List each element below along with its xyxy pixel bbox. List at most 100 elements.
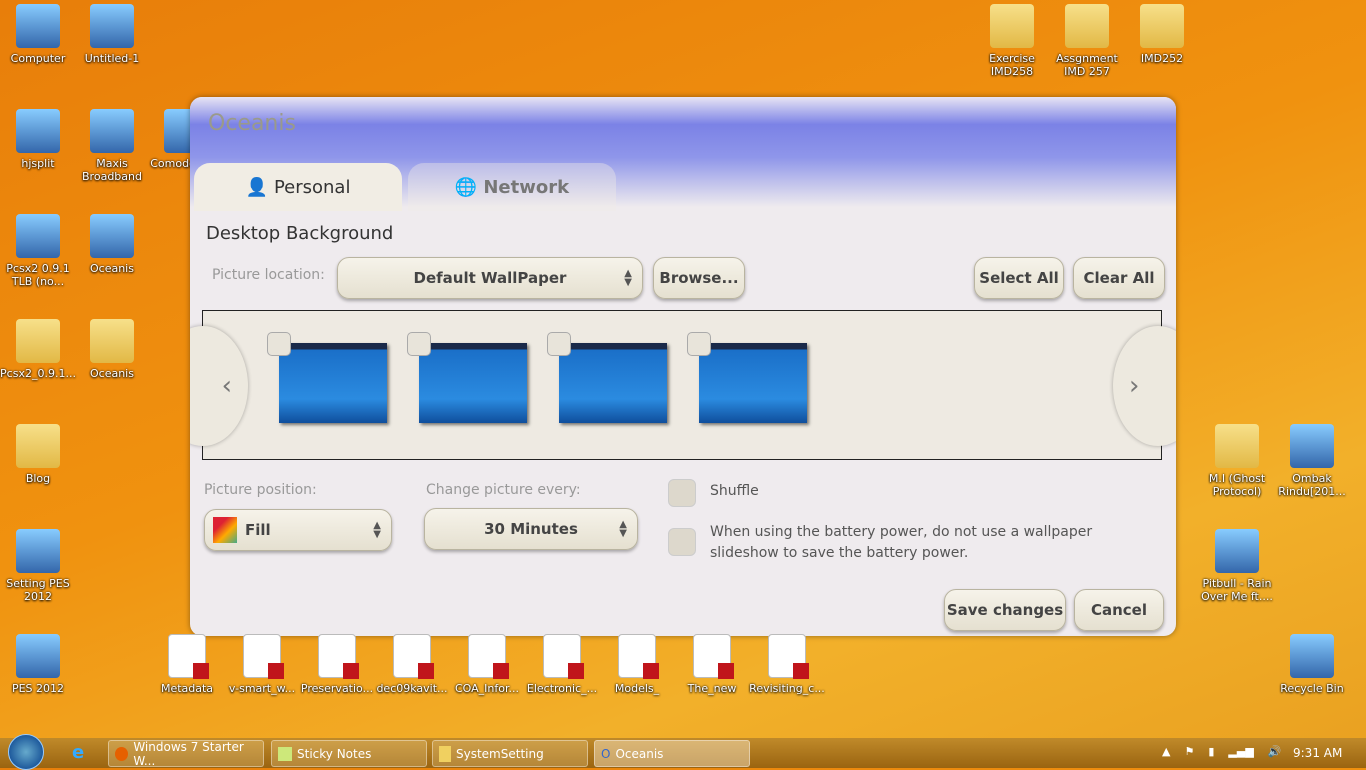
wallpaper-thumbnail[interactable] xyxy=(559,343,667,423)
show-hidden-icons-icon[interactable]: ▲ xyxy=(1162,745,1170,758)
picture-location-select[interactable]: Default WallPaper ▲ ▼ xyxy=(337,257,643,299)
app-icon xyxy=(16,109,60,153)
desktop-icon-label: Assgnment IMD 257 xyxy=(1056,52,1118,78)
taskbar-item-firefox[interactable]: Windows 7 Starter W... xyxy=(108,740,264,768)
desktop-icon-label: Oceanis xyxy=(90,367,134,380)
clock[interactable]: 9:31 AM xyxy=(1293,746,1342,760)
app-icon xyxy=(90,109,134,153)
desktop-icon[interactable]: Ombak Rindu[201... xyxy=(1274,420,1350,498)
internet-explorer-icon[interactable]: e xyxy=(72,742,84,763)
desktop-folder-icon[interactable]: Assgnment IMD 257 xyxy=(1049,0,1125,78)
desktop-icon[interactable]: M.I (Ghost Protocol) xyxy=(1199,420,1275,498)
desktop-icon[interactable]: Maxis Broadband xyxy=(74,105,150,183)
wallpaper-thumbnail[interactable] xyxy=(419,343,527,423)
change-picture-select[interactable]: 30 Minutes ▲ ▼ xyxy=(424,508,638,550)
picture-location-label: Picture location: xyxy=(212,267,325,283)
desktop-icon-label: Electronic_... xyxy=(526,682,598,695)
pdf-desktop-icon[interactable]: v-smart_w... xyxy=(224,630,300,695)
oceanis-icon: O xyxy=(601,746,611,761)
pdf-desktop-icon[interactable]: COA_Infor... xyxy=(449,630,525,695)
pdf-desktop-icon[interactable]: Revisiting_c... xyxy=(749,630,825,695)
clear-all-button[interactable]: Clear All xyxy=(1073,257,1165,299)
volume-icon[interactable]: 🔊 xyxy=(1268,745,1282,758)
desktop-icon-label: Exercise IMD258 xyxy=(989,52,1035,78)
desktop-icon[interactable]: Oceanis xyxy=(74,210,150,275)
wallpaper-thumbnail[interactable] xyxy=(699,343,807,423)
battery-label: When using the battery power, do not use… xyxy=(710,524,1093,561)
folder-icon xyxy=(16,424,60,468)
pdf-file-icon xyxy=(618,634,659,679)
taskbar-item-sticky-notes[interactable]: Sticky Notes xyxy=(271,740,427,767)
desktop-icon-label: dec09kavit... xyxy=(376,682,448,695)
desktop-icon-label: Computer xyxy=(10,52,66,65)
tab-network[interactable]: 🌐 Network xyxy=(408,163,616,211)
desktop-icon[interactable]: Pcsx2 0.9.1 TLB (no... xyxy=(0,210,76,288)
desktop-icon-label: Preservatio... xyxy=(300,682,374,695)
save-changes-button[interactable]: Save changes xyxy=(944,589,1066,631)
folder-icon xyxy=(16,319,60,363)
tab-network-label: Network xyxy=(483,176,570,198)
desktop-icon[interactable]: PES 2012 xyxy=(0,630,76,695)
app-icon xyxy=(16,4,60,48)
wallpaper-checkbox[interactable] xyxy=(687,332,711,356)
app-icon xyxy=(16,634,60,678)
tab-personal[interactable]: 👤 Personal xyxy=(194,163,402,211)
pdf-desktop-icon[interactable]: Electronic_... xyxy=(524,630,600,695)
pdf-desktop-icon[interactable]: Models_ xyxy=(599,630,675,695)
prev-arrow-button[interactable]: ‹ xyxy=(190,326,248,446)
signal-icon[interactable]: ▂▄▆ xyxy=(1228,745,1253,758)
change-picture-value: 30 Minutes xyxy=(484,520,578,538)
wallpaper-checkbox[interactable] xyxy=(547,332,571,356)
desktop-icon-label: IMD252 xyxy=(1140,52,1184,65)
desktop-icon[interactable]: Pcsx2_0.9.1... xyxy=(0,315,76,380)
desktop-icon[interactable]: Recycle Bin xyxy=(1274,630,1350,695)
pdf-desktop-icon[interactable]: dec09kavit... xyxy=(374,630,450,695)
pdf-desktop-icon[interactable]: Metadata xyxy=(149,630,225,695)
next-arrow-button[interactable]: › xyxy=(1113,326,1176,446)
shuffle-label: Shuffle xyxy=(710,483,759,499)
desktop-icon[interactable]: hjsplit xyxy=(0,105,76,170)
desktop-icon-label: Pcsx2 0.9.1 TLB (no... xyxy=(6,262,70,288)
taskbar-item-oceanis[interactable]: O Oceanis xyxy=(594,740,750,767)
desktop-icon[interactable]: Setting PES 2012 xyxy=(0,525,76,603)
flower-thumbnail-icon xyxy=(213,517,237,543)
app-icon xyxy=(16,214,60,258)
desktop-icon[interactable]: Untitled-1 xyxy=(74,0,150,65)
pdf-desktop-icon[interactable]: Preservatio... xyxy=(299,630,375,695)
desktop-folder-icon[interactable]: IMD252 xyxy=(1124,0,1200,65)
pdf-file-icon xyxy=(768,634,809,679)
app-icon xyxy=(90,214,134,258)
wallpaper-thumbnail[interactable] xyxy=(279,343,387,423)
shuffle-checkbox[interactable] xyxy=(668,479,696,507)
app-icon xyxy=(16,529,60,573)
wallpaper-checkbox[interactable] xyxy=(267,332,291,356)
select-all-button[interactable]: Select All xyxy=(974,257,1064,299)
desktop-icon[interactable]: Pitbull - Rain Over Me ft.... xyxy=(1199,525,1275,603)
folder-icon xyxy=(439,745,451,762)
system-tray: ▲ ⚑ ▮ ▂▄▆ 🔊 xyxy=(1162,745,1282,758)
desktop-icon-label: The_new xyxy=(687,682,737,695)
taskbar-item-systemsetting[interactable]: SystemSetting xyxy=(432,740,588,767)
power-icon[interactable]: ▮ xyxy=(1208,745,1214,758)
browse-button[interactable]: Browse... xyxy=(653,257,745,299)
start-button[interactable] xyxy=(8,734,44,770)
app-icon xyxy=(1215,529,1259,573)
desktop-icon-label: COA_Infor... xyxy=(455,682,519,695)
flag-icon[interactable]: ⚑ xyxy=(1184,745,1194,758)
desktop-icon[interactable]: Blog xyxy=(0,420,76,485)
wallpaper-checkbox[interactable] xyxy=(407,332,431,356)
desktop-icon-label: Setting PES 2012 xyxy=(6,577,70,603)
desktop-icon-label: Blog xyxy=(25,472,51,485)
desktop-icon[interactable]: Oceanis xyxy=(74,315,150,380)
desktop-icon-label: Models_ xyxy=(614,682,660,695)
desktop-icon-label: Ombak Rindu[201... xyxy=(1278,472,1346,498)
picture-position-value: Fill xyxy=(245,521,271,539)
desktop-icon[interactable]: Computer xyxy=(0,0,76,65)
desktop-folder-icon[interactable]: Exercise IMD258 xyxy=(974,0,1050,78)
firefox-icon xyxy=(115,746,129,761)
picture-position-select[interactable]: Fill ▲ ▼ xyxy=(204,509,392,551)
desktop-icon-label: Pcsx2_0.9.1... xyxy=(0,367,76,380)
battery-checkbox[interactable] xyxy=(668,528,696,556)
cancel-button[interactable]: Cancel xyxy=(1074,589,1164,631)
pdf-desktop-icon[interactable]: The_new xyxy=(674,630,750,695)
